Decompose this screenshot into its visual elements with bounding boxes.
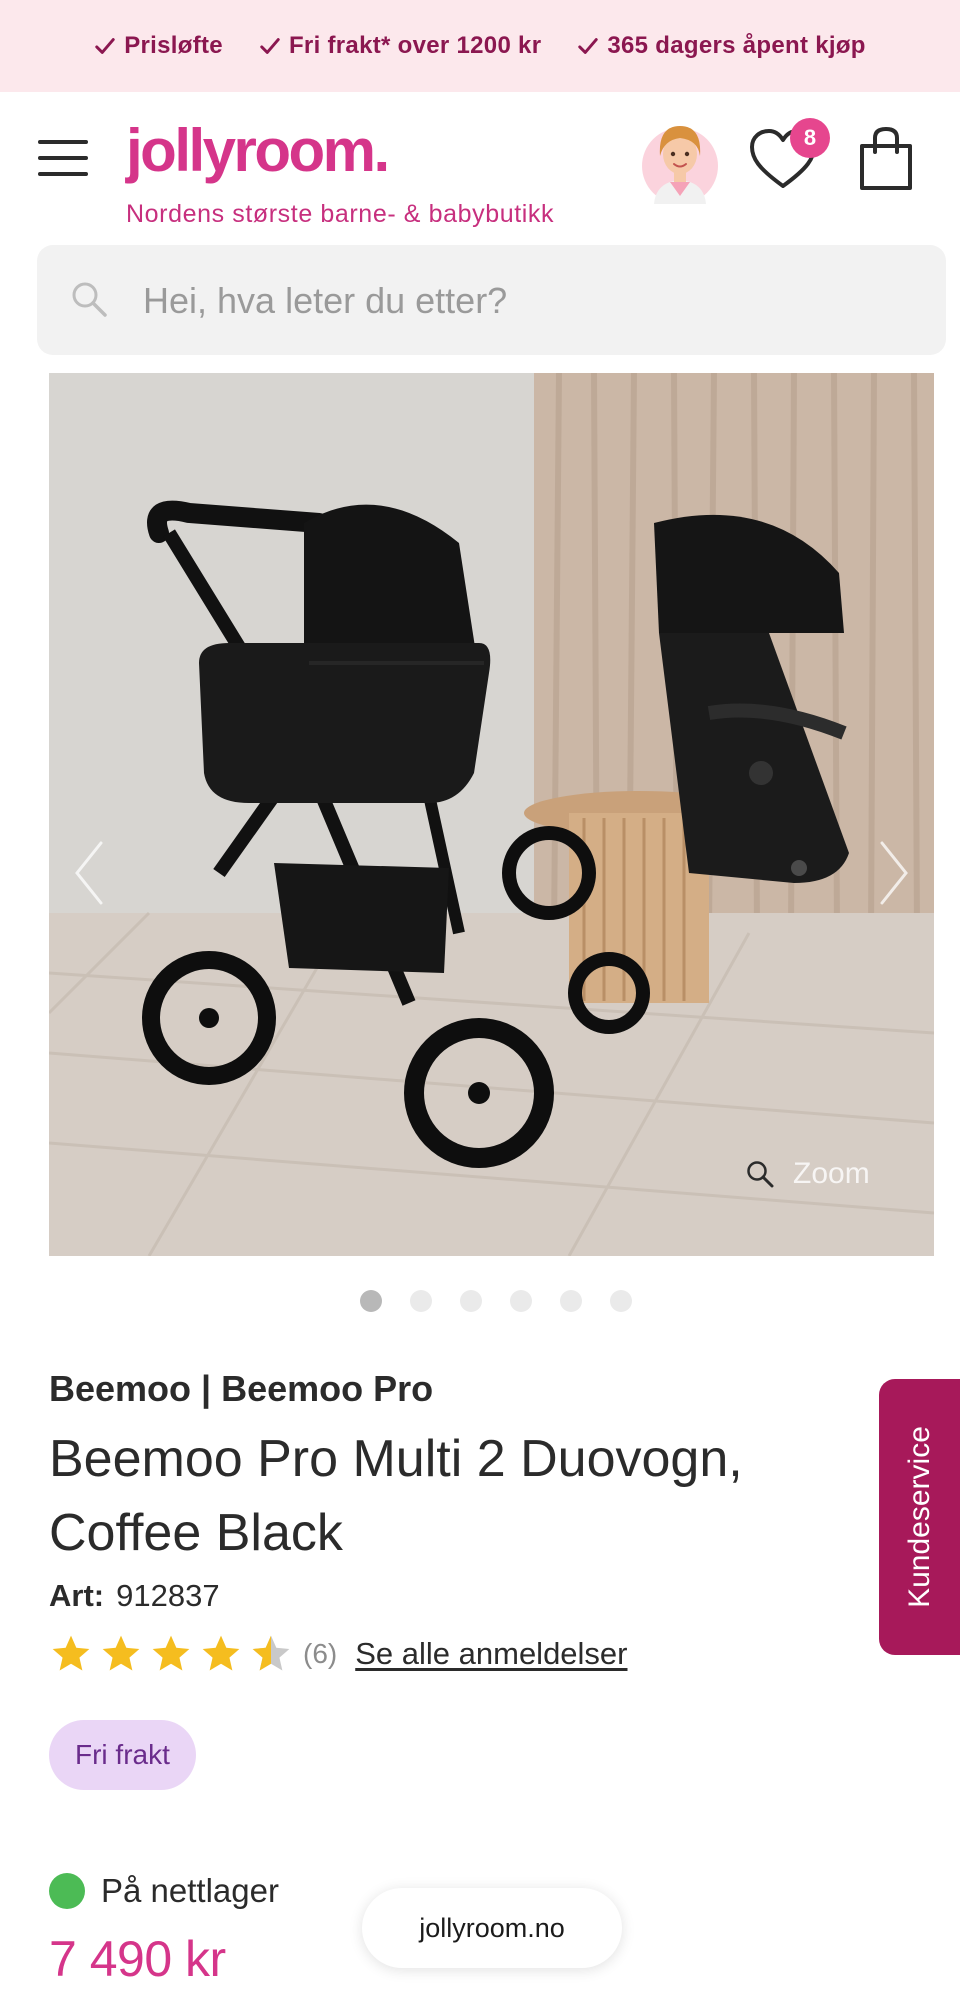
search-icon (72, 282, 107, 317)
gallery-pagination (0, 1290, 960, 1312)
customer-service-label: Kundeservice (902, 1426, 936, 1608)
check-icon (260, 38, 280, 54)
search-bar[interactable] (37, 245, 946, 355)
rating-stars (49, 1632, 293, 1676)
promo-item: Prisløfte (94, 32, 223, 60)
gallery-dot[interactable] (560, 1290, 582, 1312)
chevron-left-icon[interactable] (65, 833, 115, 913)
product-title: Beemoo Pro Multi 2 Duovogn, Coffee Black (49, 1430, 743, 1562)
gallery-dot[interactable] (460, 1290, 482, 1312)
chevron-right-icon[interactable] (868, 833, 918, 913)
product-brand[interactable]: Beemoo | Beemoo Pro (49, 1368, 433, 1410)
logo[interactable]: jollyroom. (126, 116, 390, 186)
in-stock-indicator (49, 1873, 85, 1909)
browser-url-pill[interactable]: jollyroom.no (362, 1888, 622, 1968)
star-icon (202, 1635, 240, 1671)
wishlist-count-badge: 8 (790, 118, 830, 158)
promo-item: Fri frakt* over 1200 kr (259, 32, 541, 60)
promo-label: Fri frakt* over 1200 kr (288, 32, 542, 59)
promo-label: Prisløfte (124, 32, 223, 59)
promo-item: 365 dagers åpent kjøp (577, 32, 865, 60)
check-icon (95, 38, 115, 54)
product-image-gallery[interactable]: Zoom (49, 373, 934, 1256)
tagline: Nordens største barne- & babybutikk (126, 200, 555, 228)
zoom-label: Zoom (793, 1157, 870, 1190)
star-icon (52, 1635, 90, 1671)
article-value: 912837 (116, 1578, 220, 1613)
product-rating: (6) Se alle anmeldelser (49, 1632, 628, 1676)
see-all-reviews-link[interactable]: Se alle anmeldelser (355, 1636, 627, 1672)
stock-status: På nettlager (49, 1872, 279, 1910)
article-number: Art: 912837 (49, 1578, 220, 1614)
check-icon (578, 38, 599, 54)
zoom-button[interactable]: Zoom (745, 1157, 870, 1191)
magnifier-icon (747, 1161, 774, 1188)
gallery-dot[interactable] (410, 1290, 432, 1312)
promo-bar: Prisløfte Fri frakt* over 1200 kr 365 da… (0, 0, 960, 92)
site-header: jollyroom. Nordens største barne- & baby… (0, 92, 960, 242)
review-count: (6) (303, 1638, 338, 1669)
star-icon (152, 1635, 190, 1671)
avatar-icon[interactable] (640, 112, 720, 204)
half-star-icon (252, 1635, 290, 1671)
menu-icon[interactable] (38, 140, 88, 176)
customer-service-tab[interactable]: Kundeservice (879, 1379, 960, 1655)
gallery-dot[interactable] (610, 1290, 632, 1312)
star-icon (102, 1635, 140, 1671)
wishlist-button[interactable]: 8 (748, 118, 830, 194)
free-shipping-badge: Fri frakt (49, 1720, 196, 1790)
shopping-bag-icon[interactable] (858, 126, 914, 192)
gallery-dot[interactable] (510, 1290, 532, 1312)
article-label: Art: (49, 1578, 105, 1613)
product-image (49, 373, 934, 1256)
gallery-dot[interactable] (360, 1290, 382, 1312)
stock-label: På nettlager (101, 1872, 279, 1909)
product-price: 7 490 kr (49, 1931, 226, 1987)
promo-label: 365 dagers åpent kjøp (607, 32, 866, 59)
search-input[interactable] (143, 273, 903, 329)
